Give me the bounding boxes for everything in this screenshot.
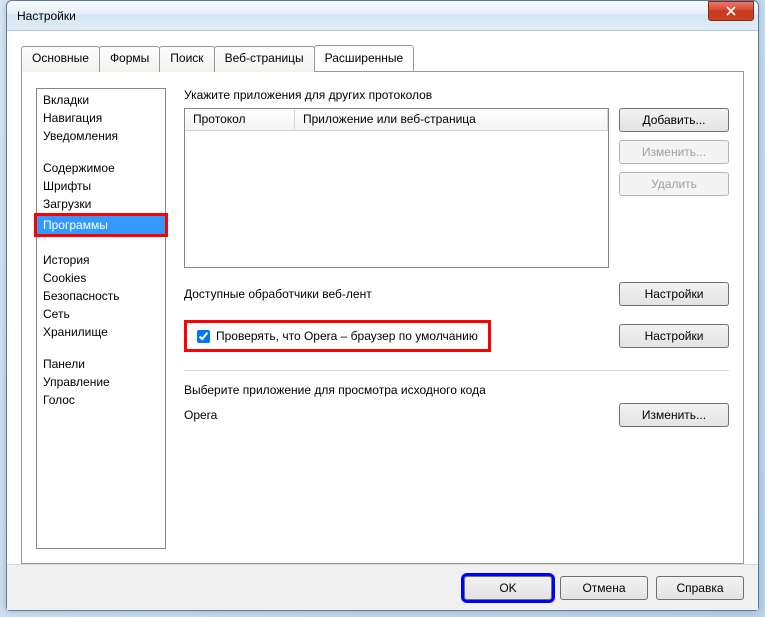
- tab-basic[interactable]: Основные: [21, 46, 100, 72]
- source-viewer-value: Opera: [184, 408, 609, 422]
- table-header: Протокол Приложение или веб-страница: [185, 109, 608, 131]
- default-browser-label: Проверять, что Opera – браузер по умолча…: [216, 329, 478, 343]
- sidebar-item-cookies[interactable]: Cookies: [37, 269, 165, 287]
- main-area: Укажите приложения для других протоколов…: [184, 88, 729, 549]
- sidebar-item-content[interactable]: Содержимое: [37, 159, 165, 177]
- feed-handlers-label: Доступные обработчики веб-лент: [184, 287, 609, 301]
- feed-settings-button[interactable]: Настройки: [619, 282, 729, 306]
- tab-webpages[interactable]: Веб-страницы: [214, 46, 315, 72]
- col-application[interactable]: Приложение или веб-страница: [295, 109, 608, 130]
- sidebar-item-programs[interactable]: Программы: [37, 216, 165, 234]
- add-button[interactable]: Добавить...: [619, 108, 729, 132]
- delete-button: Удалить: [619, 172, 729, 196]
- source-change-button[interactable]: Изменить...: [619, 403, 729, 427]
- tab-advanced[interactable]: Расширенные: [314, 45, 415, 71]
- edit-button: Изменить...: [619, 140, 729, 164]
- default-browser-checkbox[interactable]: [197, 330, 210, 343]
- content-area: Основные Формы Поиск Веб-страницы Расшир…: [7, 31, 758, 564]
- sidebar-item-security[interactable]: Безопасность: [37, 287, 165, 305]
- titlebar: Настройки: [7, 1, 758, 31]
- highlight-programs: Программы: [34, 213, 168, 237]
- sidebar-item-fonts[interactable]: Шрифты: [37, 177, 165, 195]
- protocols-label: Укажите приложения для других протоколов: [184, 88, 729, 102]
- sidebar-item-voice[interactable]: Голос: [37, 391, 165, 409]
- sidebar-item-network[interactable]: Сеть: [37, 305, 165, 323]
- tab-search[interactable]: Поиск: [159, 46, 214, 72]
- sidebar-item-navigation[interactable]: Навигация: [37, 109, 165, 127]
- window-title: Настройки: [17, 9, 708, 23]
- sidebar-item-management[interactable]: Управление: [37, 373, 165, 391]
- sidebar-item-tabs[interactable]: Вкладки: [37, 91, 165, 109]
- close-icon: [726, 6, 736, 16]
- sidebar-item-downloads[interactable]: Загрузки: [37, 195, 165, 213]
- tab-row: Основные Формы Поиск Веб-страницы Расшир…: [21, 45, 744, 71]
- tab-panel-advanced: Вкладки Навигация Уведомления Содержимое…: [21, 71, 744, 564]
- ok-button[interactable]: OK: [464, 576, 552, 600]
- sidebar-item-notifications[interactable]: Уведомления: [37, 127, 165, 145]
- sidebar-item-panels[interactable]: Панели: [37, 355, 165, 373]
- sidebar-item-history[interactable]: История: [37, 251, 165, 269]
- close-button[interactable]: [708, 1, 754, 21]
- sidebar-list[interactable]: Вкладки Навигация Уведомления Содержимое…: [36, 88, 166, 549]
- default-browser-highlight: Проверять, что Opera – браузер по умолча…: [184, 320, 491, 352]
- cancel-button[interactable]: Отмена: [560, 576, 648, 600]
- divider: [184, 370, 729, 371]
- default-settings-button[interactable]: Настройки: [619, 324, 729, 348]
- tab-forms[interactable]: Формы: [99, 46, 160, 72]
- settings-window: Настройки Основные Формы Поиск Веб-стран…: [6, 0, 759, 611]
- sidebar-item-storage[interactable]: Хранилище: [37, 323, 165, 341]
- table-body: [185, 131, 608, 267]
- protocols-table[interactable]: Протокол Приложение или веб-страница: [184, 108, 609, 268]
- col-protocol[interactable]: Протокол: [185, 109, 295, 130]
- dialog-footer: OK Отмена Справка: [7, 564, 758, 610]
- source-viewer-label: Выберите приложение для просмотра исходн…: [184, 383, 729, 397]
- help-button[interactable]: Справка: [656, 576, 744, 600]
